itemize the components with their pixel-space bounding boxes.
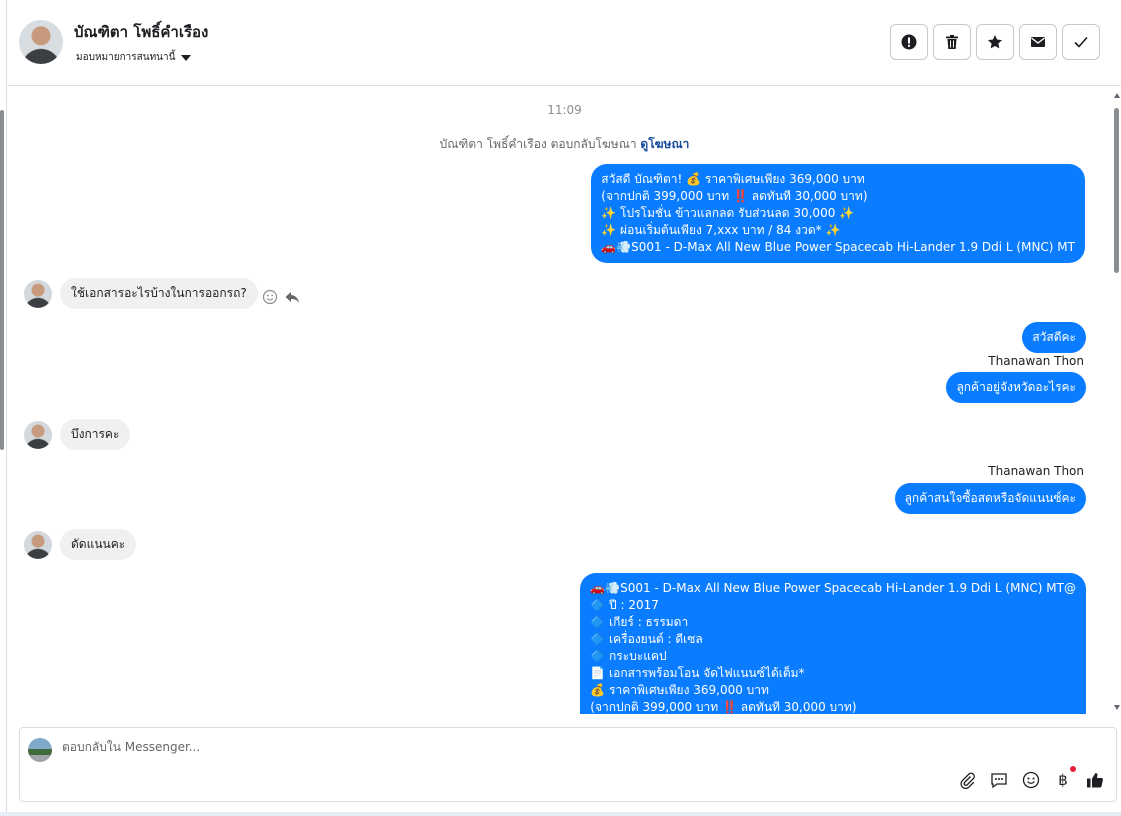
attach-button[interactable] [957,770,977,790]
baht-icon: ฿ [1058,771,1068,789]
contact-avatar-small[interactable] [24,280,52,308]
incoming-message[interactable]: ดัดแนนคะ [60,529,137,560]
incoming-message[interactable]: บึงการคะ [60,419,131,450]
message-line: สวัสดี บัณฑิตา! 💰 ราคาพิเศษเพียง 369,000… [601,172,865,186]
message-line: (จากปกติ 399,000 บาท ‼️ ลดทันที 30,000 บ… [601,189,868,203]
delete-button[interactable] [933,24,971,60]
contact-avatar-small[interactable] [24,421,52,449]
assign-conversation-dropdown[interactable]: มอบหมายการสนทนานี้ [76,50,192,65]
attach-icon [960,772,975,789]
reply-input[interactable] [62,740,762,754]
assign-label: มอบหมายการสนทนานี้ [76,52,176,63]
like-icon [1087,773,1103,788]
payment-button[interactable]: ฿ [1053,766,1076,790]
contact-avatar[interactable] [19,20,63,64]
react-emoji-icon[interactable] [262,289,278,305]
reply-composer: ฿ [19,727,1117,802]
caret-down-icon [181,54,192,61]
spam-icon [901,34,917,50]
like-button[interactable] [1085,770,1105,790]
message-line: 🔷 ปี : 2017 [590,598,659,612]
saved-reply-button[interactable] [989,770,1009,790]
saved-reply-icon [991,773,1007,789]
bottom-strip [0,812,1121,816]
message-line: ✨ ผ่อนเริ่มต้นเพียง 7,xxx บาท / 84 งวด* … [601,223,841,237]
thread-scrollbar-thumb[interactable] [1114,108,1119,273]
outgoing-message[interactable]: ลูกค้าอยู่จังหวัดอะไรคะ [946,372,1086,403]
mark-done-button[interactable] [1062,24,1100,60]
mark-unread-button[interactable] [1019,24,1057,60]
contact-name[interactable]: บัณฑิตา โพธิ์คำเรือง [74,20,208,44]
page-avatar [28,738,52,762]
star-icon [988,35,1002,49]
emoji-button[interactable] [1021,770,1041,790]
message-line: 🚗💨S001 - D-Max All New Blue Power Spacec… [601,240,1075,254]
ad-reply-note: บัณฑิตา โพธิ์คำเรือง ตอบกลับโฆษณา ดูโฆษณ… [8,135,1111,154]
outgoing-message[interactable]: 🚗💨S001 - D-Max All New Blue Power Spacec… [580,573,1086,714]
message-line: (จากปกติ 399,000 บาท ‼️ ลดทันที 30,000 บ… [590,700,857,714]
incoming-message[interactable]: ใช้เอกสารอะไรบ้างในการออกรถ? [60,278,258,309]
mail-icon [1031,37,1045,47]
message-actions [262,289,300,305]
messenger-inbox: บัณฑิตา โพธิ์คำเรือง มอบหมายการสนทนานี้ [0,0,1121,816]
composer-tools: ฿ [957,766,1105,790]
message-line: 🔷 เกียร์ : ธรรมดา [590,615,689,629]
message-line: 🚗💨S001 - D-Max All New Blue Power Spacec… [590,581,1076,595]
conversation-header: บัณฑิตา โพธิ์คำเรือง มอบหมายการสนทนานี้ [8,0,1121,86]
header-actions [890,24,1100,60]
left-divider [6,0,7,816]
outgoing-message[interactable]: สวัสดี บัณฑิตา! 💰 ราคาพิเศษเพียง 369,000… [591,164,1085,263]
ad-note-text: บัณฑิตา โพธิ์คำเรือง ตอบกลับโฆษณา [439,137,637,151]
scroll-down-icon[interactable] [1114,705,1120,710]
timestamp: 11:09 [547,103,582,117]
message-line: 📄 เอกสารพร้อมโอน จัดไฟแนนซ์ได้เต็ม* [590,666,805,680]
message-line: 🔷 กระบะแคป [590,649,667,663]
star-button[interactable] [976,24,1014,60]
outgoing-message[interactable]: ลูกค้าสนใจซื้อสดหรือจัดแนนซ์คะ [894,483,1086,514]
notification-dot [1070,766,1076,772]
scroll-up-icon[interactable] [1114,93,1120,98]
message-line: 💰 ราคาพิเศษเพียง 369,000 บาท [590,683,769,697]
message-line: 🔷 เครื่องยนต์ : ดีเซล [590,632,703,646]
outgoing-message[interactable]: สวัสดีคะ [1022,322,1086,353]
sender-name: Thanawan Thon [988,464,1084,478]
view-ad-link[interactable]: ดูโฆษณา [640,137,689,151]
message-line: ✨ โปรโมชั่น ข้าวแลกลด รับส่วนลด 30,000 ✨ [601,206,855,220]
left-scrollbar[interactable] [0,110,4,450]
sender-name: Thanawan Thon [988,354,1084,368]
mark-spam-button[interactable] [890,24,928,60]
trash-icon [946,35,958,49]
emoji-icon [1022,771,1040,789]
check-icon [1074,36,1088,48]
message-thread: 11:09 บัณฑิตา โพธิ์คำเรือง ตอบกลับโฆษณา … [8,87,1111,714]
contact-avatar-small[interactable] [24,531,52,559]
reply-icon[interactable] [284,289,300,305]
